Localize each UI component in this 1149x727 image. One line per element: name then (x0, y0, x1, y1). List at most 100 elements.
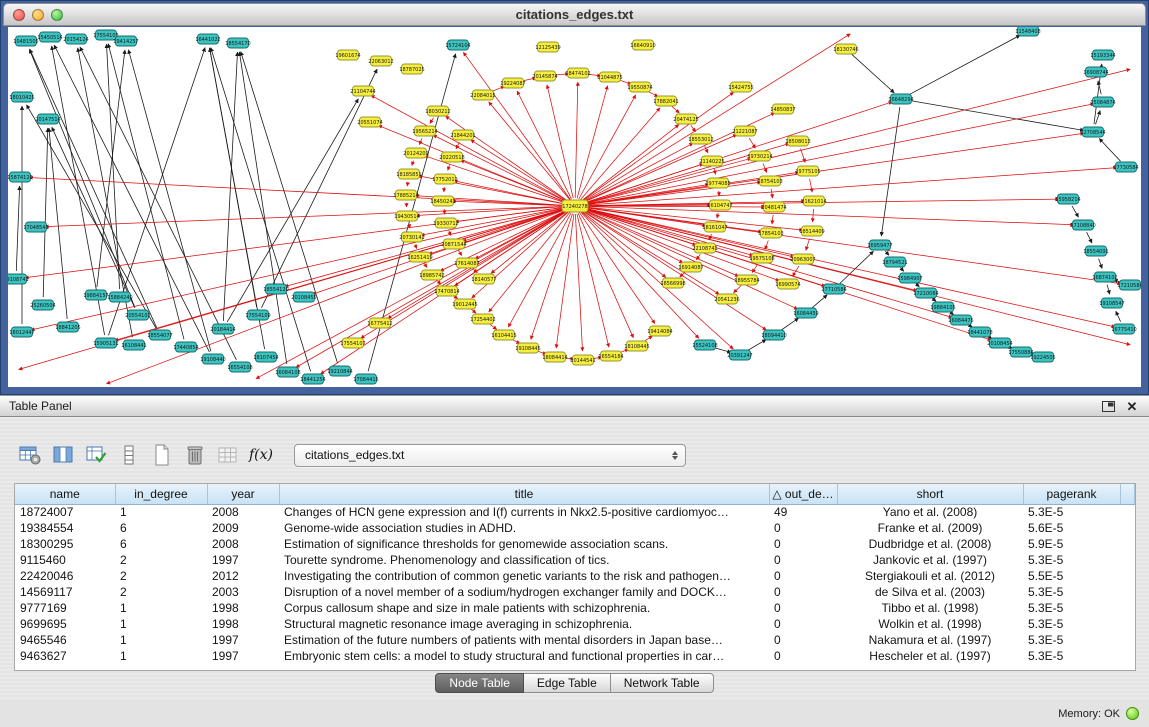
column-header[interactable]: in_degree (115, 484, 207, 504)
network-viewport[interactable]: 1724027818030212195652142012420118185851… (8, 27, 1141, 387)
graph-node[interactable]: 17210084 (913, 288, 938, 298)
graph-node[interactable]: 15905131 (93, 338, 118, 348)
graph-node[interactable]: 18794521 (882, 257, 907, 267)
graph-node[interactable]: 20154124 (63, 34, 88, 44)
citation-edge[interactable] (415, 244, 417, 248)
graph-node[interactable]: 16914087 (678, 262, 703, 272)
graph-node[interactable]: 16084459 (793, 308, 818, 318)
citation-edge[interactable] (489, 102, 570, 200)
graph-node[interactable]: 17440854 (173, 342, 198, 352)
tab-node-table[interactable]: Node Table (435, 673, 524, 693)
graph-node[interactable]: 19108440 (200, 354, 225, 364)
citation-edge[interactable] (719, 191, 720, 196)
graph-node[interactable]: 22063012 (368, 56, 393, 66)
table-row[interactable]: 1938455462009Genome-wide association stu… (15, 520, 1135, 536)
table-disabled-icon[interactable] (214, 441, 242, 469)
citation-edge[interactable] (717, 213, 718, 218)
graph-node[interactable]: 19108445 (515, 343, 540, 353)
graph-node[interactable]: 18514409 (799, 226, 824, 236)
window-titlebar[interactable]: citations_edges.txt (3, 3, 1146, 26)
edge[interactable] (1116, 311, 1121, 322)
graph-node[interactable]: 20145874 (532, 71, 557, 81)
table-row[interactable]: 946554611997Estimation of the future num… (15, 632, 1135, 648)
network-table-selector[interactable]: citations_edges.txt (294, 444, 686, 467)
graph-node[interactable]: 18508013 (785, 136, 810, 146)
graph-node[interactable]: 18841205 (55, 322, 80, 332)
citation-edge[interactable] (419, 138, 422, 144)
graph-node[interactable]: 21140225 (699, 156, 724, 166)
edge[interactable] (80, 47, 236, 360)
graph-node[interactable]: 18094410 (761, 330, 786, 340)
graph-node[interactable]: 18566998 (660, 278, 685, 288)
table-row[interactable]: 2242004622012Investigating the contribut… (15, 568, 1135, 584)
edge[interactable] (211, 48, 311, 372)
network-canvas[interactable]: 1724027818030212195652142012420118185851… (8, 27, 1141, 387)
new-document-icon[interactable] (148, 441, 176, 469)
graph-node[interactable]: 14850837 (770, 104, 795, 114)
edge[interactable] (1096, 111, 1101, 125)
citation-edge[interactable] (813, 209, 814, 222)
graph-node[interactable]: 18554091 (1083, 246, 1108, 256)
citation-edge[interactable] (734, 286, 742, 293)
graph-node[interactable]: 19884105 (930, 302, 955, 312)
graph-node[interactable]: 22084015 (470, 90, 495, 100)
graph-node[interactable]: 19565214 (412, 126, 437, 136)
graph-node[interactable]: 19330712 (433, 218, 458, 228)
citation-edge[interactable] (765, 241, 768, 250)
edge[interactable] (30, 49, 157, 328)
citation-edge[interactable] (581, 211, 666, 278)
citation-edge[interactable] (547, 85, 573, 198)
citation-edge[interactable] (448, 165, 450, 171)
graph-node[interactable]: 19224505 (1030, 352, 1055, 362)
graph-node[interactable]: 15984907 (897, 273, 922, 283)
graph-node[interactable]: 16104415 (491, 330, 516, 340)
graph-node[interactable]: 18012447 (9, 327, 34, 337)
graph-node[interactable]: 11548408 (1015, 27, 1040, 36)
edge[interactable] (812, 295, 827, 308)
graph-node[interactable]: 19108547 (1099, 298, 1124, 308)
graph-node[interactable]: 15084874 (1090, 97, 1115, 107)
graph-node[interactable]: 20124201 (403, 148, 428, 158)
graph-node[interactable]: 18554077 (147, 330, 172, 340)
citation-edge[interactable] (471, 140, 569, 202)
graph-node[interactable]: 20144541 (570, 355, 595, 365)
graph-node[interactable]: 16775410 (1111, 324, 1136, 334)
graph-node[interactable]: 16108441 (121, 340, 146, 350)
edge[interactable] (901, 268, 904, 272)
graph-node[interactable]: 17885214 (393, 190, 418, 200)
column-header[interactable]: △ out_de… (769, 484, 837, 504)
graph-node[interactable]: 16084108 (275, 367, 300, 377)
graph-node[interactable]: 17554109 (245, 310, 270, 320)
edge[interactable] (52, 127, 135, 308)
graph-node[interactable]: 17108840 (1070, 220, 1095, 230)
graph-node[interactable]: 20481474 (761, 202, 786, 212)
citation-edge[interactable] (407, 182, 408, 186)
citation-edge[interactable] (793, 266, 799, 276)
graph-node[interactable]: 18161047 (702, 222, 727, 232)
edge[interactable] (210, 48, 257, 307)
graph-node[interactable]: 19414084 (647, 326, 672, 336)
graph-node[interactable]: 17084415 (353, 374, 378, 384)
citation-edge[interactable] (575, 214, 582, 351)
edge[interactable] (909, 100, 1084, 130)
graph-node[interactable]: 19550874 (627, 82, 652, 92)
citation-edge[interactable] (45, 206, 567, 226)
table-row[interactable]: 1456911722003Disruption of a novel membe… (15, 584, 1135, 600)
graph-node[interactable]: 19224087 (500, 78, 525, 88)
graph-node[interactable]: 17554107 (340, 338, 365, 348)
graph-node[interactable]: 17240278 (562, 200, 588, 212)
close-window-button[interactable] (13, 9, 25, 21)
graph-node[interactable]: 19775105 (795, 166, 820, 176)
graph-node[interactable]: 19601674 (335, 50, 360, 60)
graph-node[interactable]: 17752012 (432, 174, 457, 184)
graph-node[interactable]: 15884240 (107, 292, 132, 302)
graph-node[interactable]: 16775412 (367, 318, 392, 328)
graph-node[interactable]: 18985742 (419, 270, 444, 280)
edge[interactable] (916, 284, 920, 287)
graph-node[interactable]: 19430514 (394, 211, 419, 221)
graph-node[interactable]: 12708544 (1080, 127, 1105, 137)
graph-node[interactable]: 15958214 (1055, 194, 1080, 204)
graph-node[interactable]: 16908744 (1083, 67, 1108, 77)
graph-node[interactable]: 21044875 (597, 72, 622, 82)
graph-node[interactable]: 17614087 (454, 258, 479, 268)
